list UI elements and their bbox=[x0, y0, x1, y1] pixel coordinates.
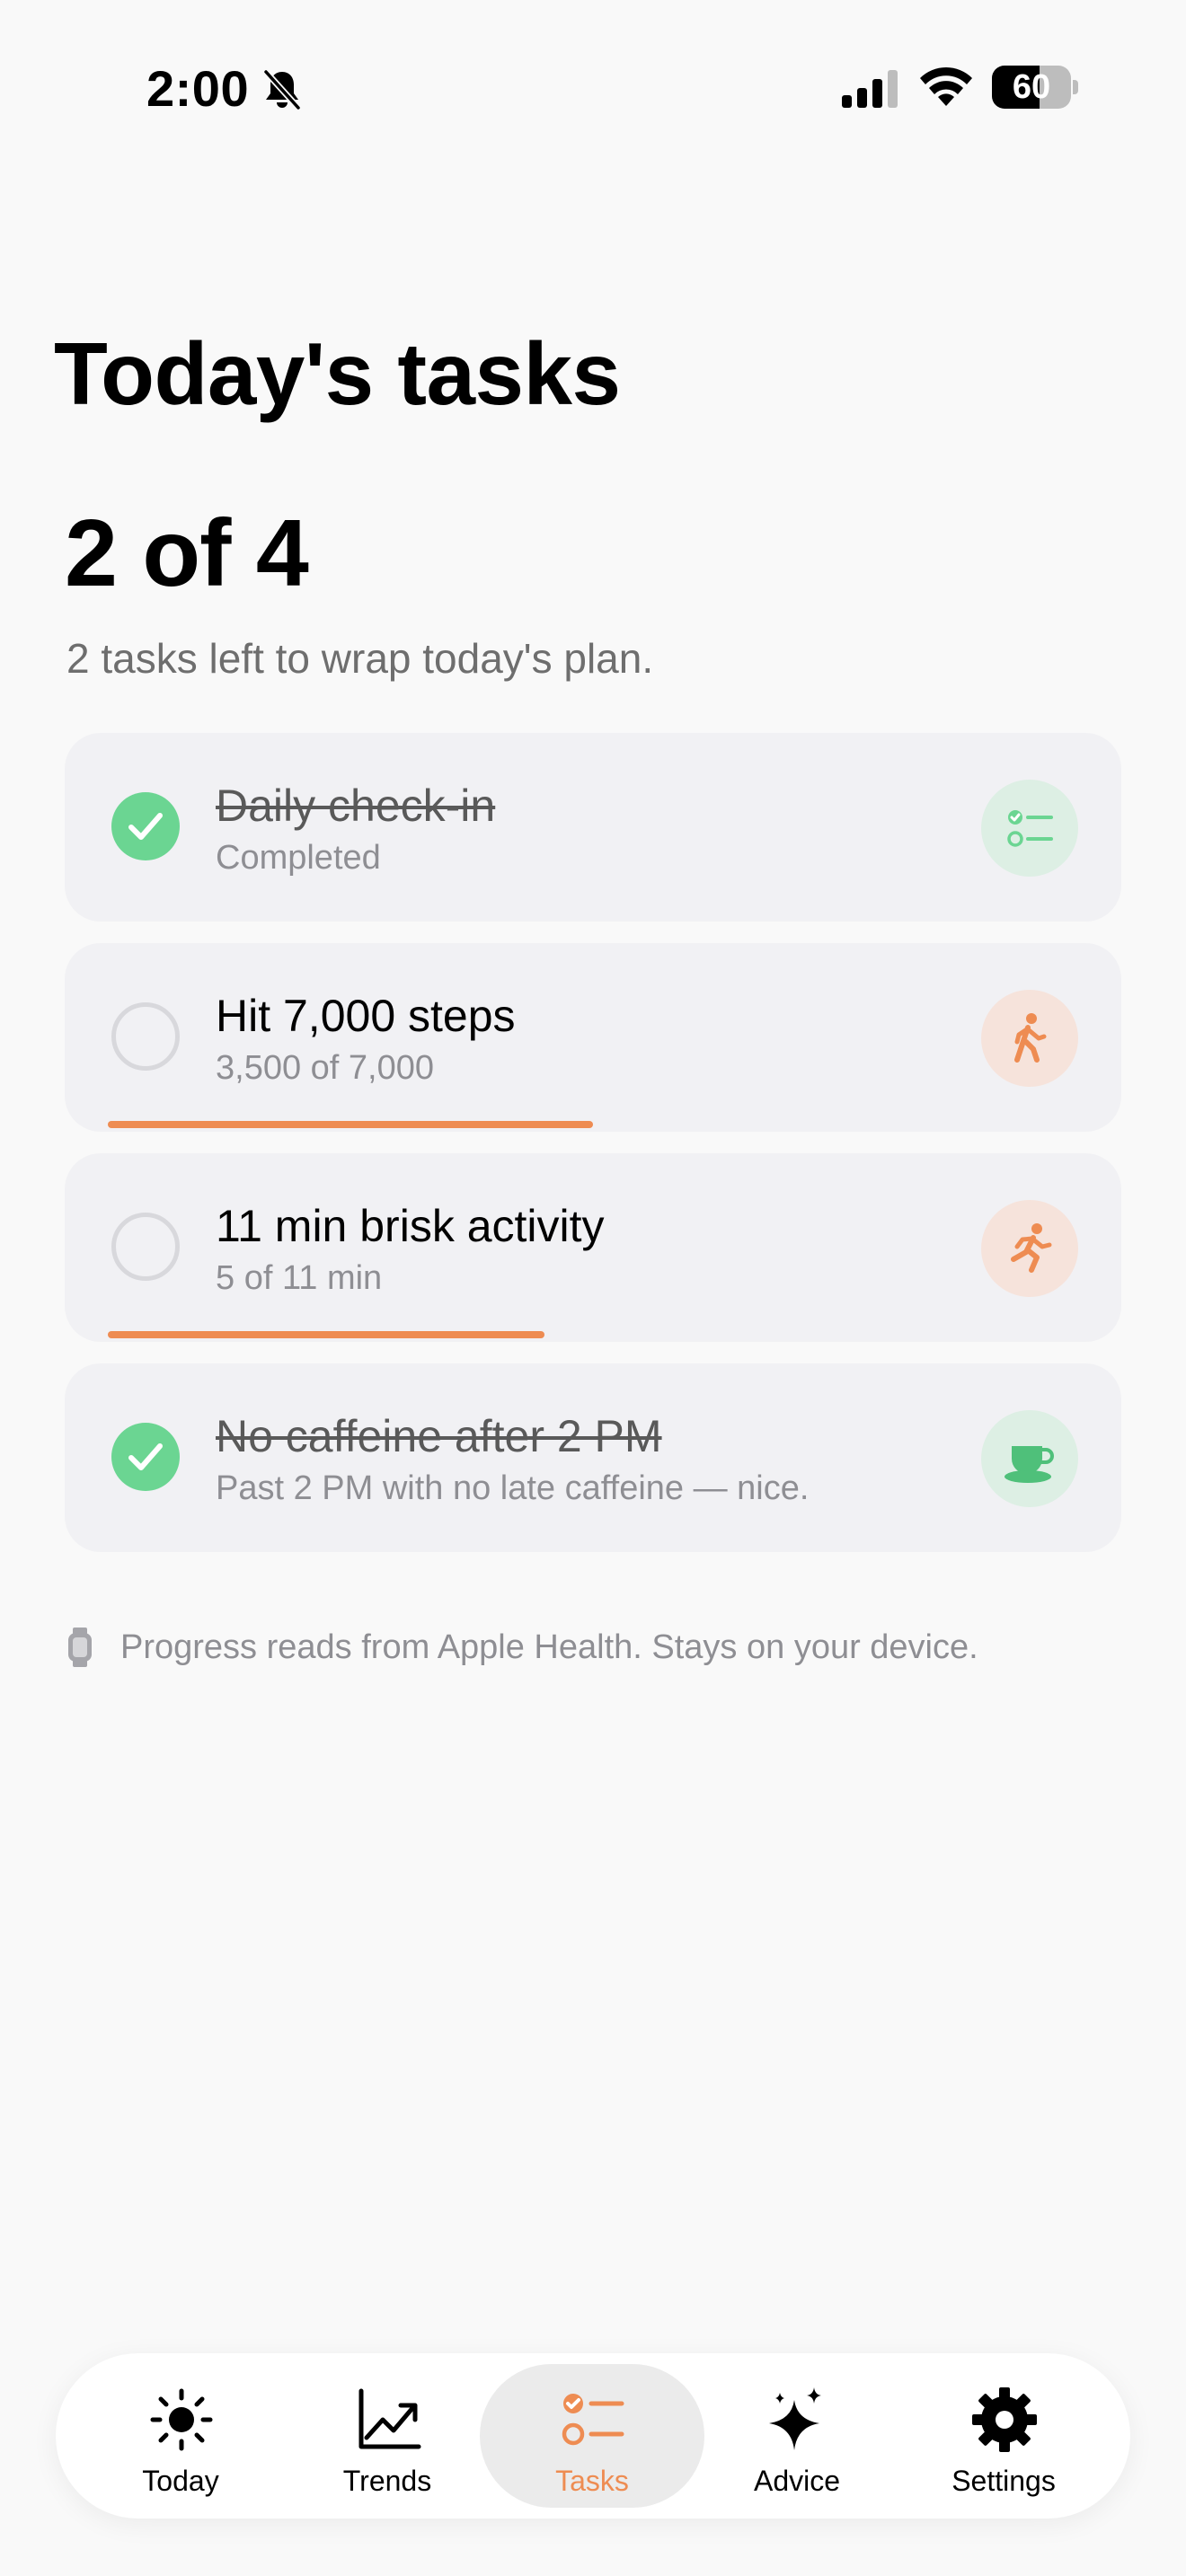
tab-label: Advice bbox=[753, 2465, 841, 2497]
tab-label: Trends bbox=[342, 2465, 432, 2497]
battery-level: 60 bbox=[1012, 68, 1051, 106]
progress-count: 2 of 4 bbox=[65, 500, 309, 606]
task-progress-bar bbox=[108, 1331, 544, 1338]
task-title: Hit 7,000 steps bbox=[216, 991, 516, 1041]
task-checkbox-checked[interactable] bbox=[111, 792, 180, 860]
tab-trends[interactable]: Trends bbox=[275, 2364, 500, 2508]
task-title: 11 min brisk activity bbox=[216, 1201, 605, 1251]
cellular-signal-icon bbox=[842, 70, 898, 108]
task-title: No caffeine after 2 PM bbox=[216, 1411, 662, 1461]
task-checkbox-checked[interactable] bbox=[111, 1423, 180, 1491]
task-detail: Past 2 PM with no late caffeine — nice. bbox=[216, 1469, 810, 1507]
running-icon bbox=[1011, 1223, 1052, 1273]
wifi-icon bbox=[920, 66, 972, 106]
status-bar: 2:00 60 bbox=[0, 0, 1186, 171]
task-icon-badge bbox=[981, 780, 1078, 877]
task-card-daily-check-in[interactable]: Daily check-in Completed bbox=[65, 733, 1121, 922]
gear-icon bbox=[972, 2387, 1037, 2452]
tab-settings[interactable]: Settings bbox=[891, 2364, 1116, 2508]
tab-label: Today bbox=[142, 2465, 219, 2497]
task-checkbox-unchecked[interactable] bbox=[111, 1213, 180, 1281]
watch-icon bbox=[68, 1628, 92, 1667]
task-detail: Completed bbox=[216, 839, 381, 877]
task-detail: 3,500 of 7,000 bbox=[216, 1049, 434, 1087]
walking-icon bbox=[1014, 1013, 1047, 1063]
checklist-icon bbox=[562, 2394, 624, 2446]
tab-label: Settings bbox=[951, 2465, 1056, 2497]
task-detail: 5 of 11 min bbox=[216, 1259, 383, 1297]
bell-slash-icon bbox=[263, 69, 301, 110]
tab-today[interactable]: Today bbox=[68, 2364, 293, 2508]
task-card-brisk-activity[interactable]: 11 min brisk activity 5 of 11 min bbox=[65, 1153, 1121, 1342]
checkmark-icon bbox=[128, 813, 163, 840]
checkmark-icon bbox=[128, 1443, 163, 1470]
progress-subtitle: 2 tasks left to wrap today's plan. bbox=[66, 635, 654, 682]
checklist-icon bbox=[1007, 810, 1053, 847]
tab-advice[interactable]: Advice bbox=[685, 2364, 909, 2508]
status-time: 2:00 bbox=[146, 60, 250, 117]
task-checkbox-unchecked[interactable] bbox=[111, 1002, 180, 1071]
tab-tasks[interactable]: Tasks bbox=[480, 2364, 704, 2508]
task-icon-badge bbox=[981, 990, 1078, 1087]
task-card-no-caffeine[interactable]: No caffeine after 2 PM Past 2 PM with no… bbox=[65, 1363, 1121, 1552]
task-icon-badge bbox=[981, 1410, 1078, 1507]
page-title: Today's tasks bbox=[54, 324, 621, 423]
battery-indicator: 60 bbox=[992, 66, 1078, 109]
task-icon-badge bbox=[981, 1200, 1078, 1297]
task-title: Daily check-in bbox=[216, 781, 496, 831]
task-card-steps[interactable]: Hit 7,000 steps 3,500 of 7,000 bbox=[65, 943, 1121, 1132]
sparkles-icon bbox=[769, 2387, 821, 2450]
task-progress-bar bbox=[108, 1121, 593, 1128]
tab-bar: Today Trends Tasks Advice Settings bbox=[56, 2353, 1130, 2519]
footer-text: Progress reads from Apple Health. Stays … bbox=[120, 1628, 978, 1666]
chart-line-icon bbox=[358, 2388, 421, 2449]
tab-label: Tasks bbox=[555, 2465, 629, 2497]
health-source-note: Progress reads from Apple Health. Stays … bbox=[66, 1624, 978, 1671]
sun-icon bbox=[150, 2388, 213, 2451]
coffee-cup-icon bbox=[1005, 1446, 1054, 1483]
